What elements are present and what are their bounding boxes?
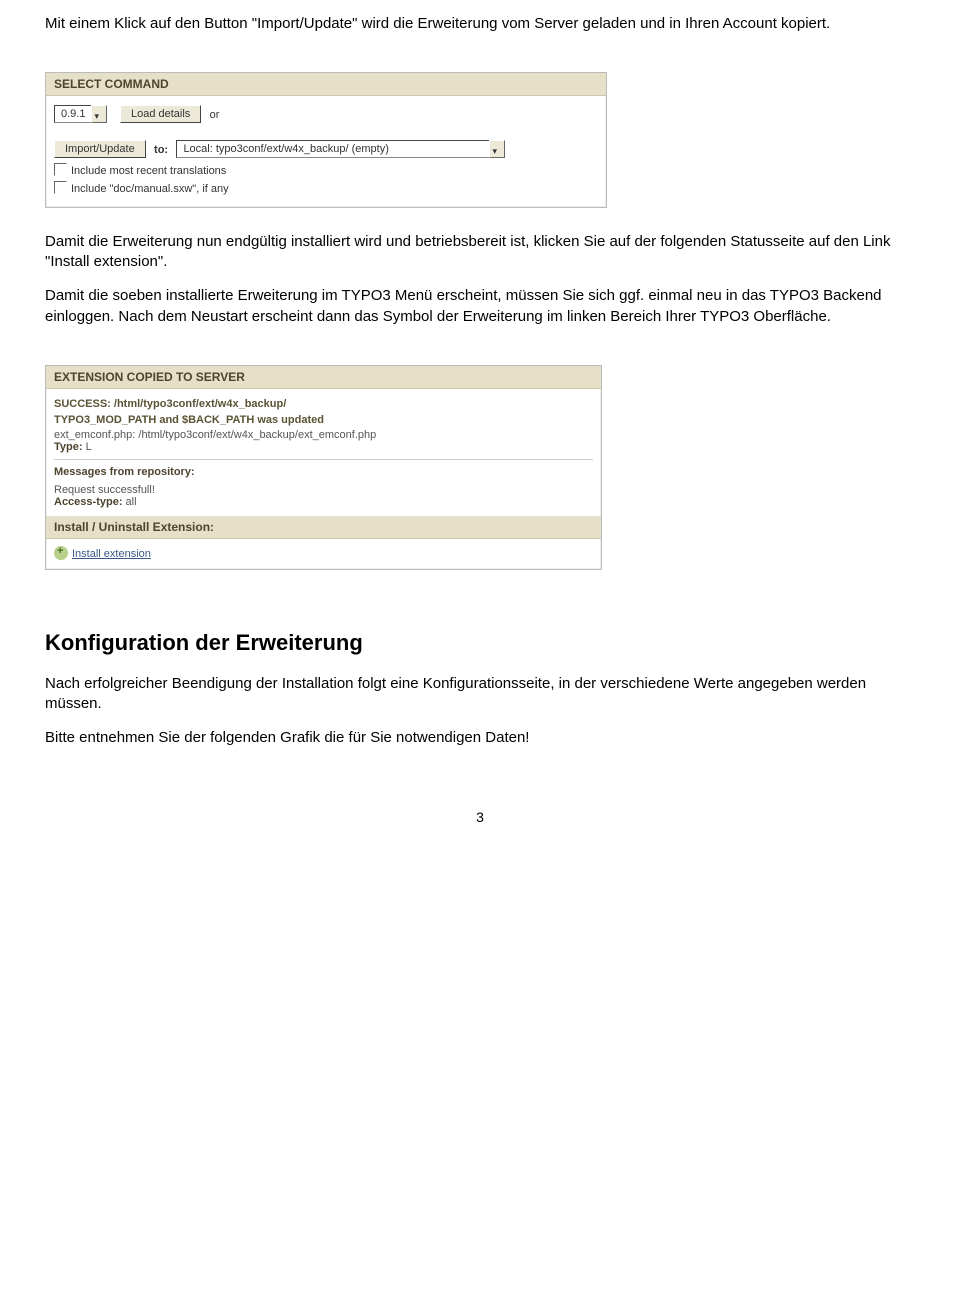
panel-header-2: EXTENSION COPIED TO SERVER — [46, 366, 601, 389]
screenshot-select-command: SELECT COMMAND 0.9.1 Load details or Imp… — [45, 72, 607, 208]
paragraph-5: Bitte entnehmen Sie der folgenden Grafik… — [45, 728, 915, 748]
message-1: Request successfull! — [54, 484, 593, 496]
screenshot-extension-copied: EXTENSION COPIED TO SERVER SUCCESS: /htm… — [45, 365, 602, 570]
success-line-1: SUCCESS: /html/typo3conf/ext/w4x_backup/ — [54, 397, 593, 413]
section-heading: Konfiguration der Erweiterung — [45, 630, 915, 656]
paragraph-1: Mit einem Klick auf den Button "Import/U… — [45, 14, 915, 34]
load-details-button[interactable]: Load details — [120, 105, 201, 123]
paragraph-3: Damit die soeben installierte Erweiterun… — [45, 286, 915, 327]
success-line-3: ext_emconf.php: /html/typo3conf/ext/w4x_… — [54, 429, 593, 441]
version-select[interactable]: 0.9.1 — [54, 105, 92, 123]
paragraph-2: Damit die Erweiterung nun endgültig inst… — [45, 232, 915, 273]
checkbox-translations-label: Include most recent translations — [71, 165, 226, 177]
access-type-label: Access-type: — [54, 496, 122, 508]
messages-header: Messages from repository: — [54, 466, 593, 478]
chevron-down-icon[interactable] — [91, 105, 107, 123]
access-type-value: all — [126, 496, 137, 508]
install-extension-link[interactable]: Install extension — [72, 548, 151, 560]
success-line-2: TYPO3_MOD_PATH and $BACK_PATH was update… — [54, 413, 593, 429]
checkbox-manual-label: Include "doc/manual.sxw", if any — [71, 183, 229, 195]
panel-header: SELECT COMMAND — [46, 73, 606, 96]
checkbox-manual[interactable] — [54, 181, 67, 194]
destination-select[interactable]: Local: typo3conf/ext/w4x_backup/ (empty) — [176, 140, 490, 158]
checkbox-translations[interactable] — [54, 163, 67, 176]
install-header: Install / Uninstall Extension: — [46, 516, 601, 539]
paragraph-4: Nach erfolgreicher Beendigung der Instal… — [45, 674, 915, 715]
page-number: 3 — [45, 809, 915, 825]
chevron-down-icon[interactable] — [489, 140, 505, 158]
type-label: Type: — [54, 441, 83, 453]
import-update-button[interactable]: Import/Update — [54, 140, 146, 158]
to-label: to: — [154, 144, 168, 156]
plus-icon — [54, 546, 68, 560]
or-label: or — [210, 109, 220, 121]
type-value: L — [86, 441, 92, 453]
